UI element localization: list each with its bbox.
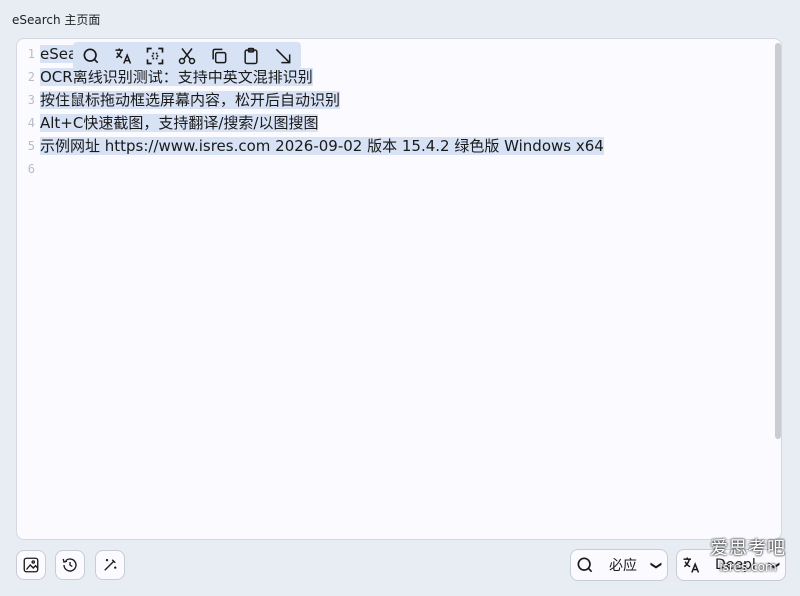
vertical-scrollbar[interactable] — [775, 43, 781, 439]
text-line-3[interactable]: 按住鼠标拖动框选屏幕内容，松开后自动识别 — [40, 91, 341, 109]
line-number-gutter: 1 2 3 4 5 6 — [17, 43, 35, 181]
search-icon — [571, 555, 599, 575]
paste-icon[interactable] — [237, 42, 265, 70]
edit-button[interactable] — [95, 550, 125, 580]
text-line[interactable]: 示例网址 https://www.isres.com 2026-09-02 版本… — [40, 135, 781, 158]
search-engine-label: 必应 — [609, 558, 637, 574]
search-icon[interactable] — [77, 42, 105, 70]
line-number: 5 — [27, 139, 35, 153]
magic-wand-icon — [104, 559, 117, 571]
cut-icon[interactable] — [173, 42, 201, 70]
scan-icon[interactable] — [141, 42, 169, 70]
text-line-1[interactable]: eSea — [40, 45, 78, 63]
window-title: eSearch 主页面 — [12, 13, 101, 27]
history-icon — [62, 558, 77, 572]
watermark-line-2: isres.com — [719, 560, 777, 574]
text-editor[interactable]: 1 2 3 4 5 6 eSea OCR离线识别测试：支持中英文混排识别 按住鼠… — [16, 38, 782, 540]
line-number: 2 — [27, 70, 35, 84]
line-number: 4 — [27, 116, 35, 130]
translate-icon — [677, 555, 705, 575]
close-arrow-icon[interactable] — [269, 42, 297, 70]
bottom-toolbar: 必应 ❯ Deepl ❯ — [0, 544, 800, 594]
text-line[interactable] — [40, 158, 781, 181]
text-line-5[interactable]: 示例网址 https://www.isres.com 2026-09-02 版本… — [40, 137, 604, 155]
image-search-button[interactable] — [16, 550, 46, 580]
chevron-down-icon: ❯ — [649, 560, 663, 570]
line-number: 6 — [27, 162, 35, 176]
watermark-line-1: 爱思考吧 — [710, 538, 786, 559]
image-icon — [23, 557, 39, 573]
translate-icon[interactable] — [109, 42, 137, 70]
text-line[interactable]: Alt+C快速截图，支持翻译/搜索/以图搜图 — [40, 112, 781, 135]
text-line-2[interactable]: OCR离线识别测试：支持中英文混排识别 — [40, 68, 313, 86]
line-number: 3 — [27, 93, 35, 107]
line-number: 1 — [27, 47, 35, 61]
text-line-4[interactable]: Alt+C快速截图，支持翻译/搜索/以图搜图 — [40, 114, 319, 132]
search-engine-select[interactable]: 必应 ❯ — [570, 549, 668, 581]
history-button[interactable] — [55, 550, 85, 580]
watermark-logo: 爱思考吧 isres.com — [706, 538, 790, 588]
selection-toolbar — [73, 42, 301, 70]
title-bar: eSearch 主页面 — [0, 0, 800, 36]
text-line[interactable]: 按住鼠标拖动框选屏幕内容，松开后自动识别 — [40, 89, 781, 112]
copy-icon[interactable] — [205, 42, 233, 70]
